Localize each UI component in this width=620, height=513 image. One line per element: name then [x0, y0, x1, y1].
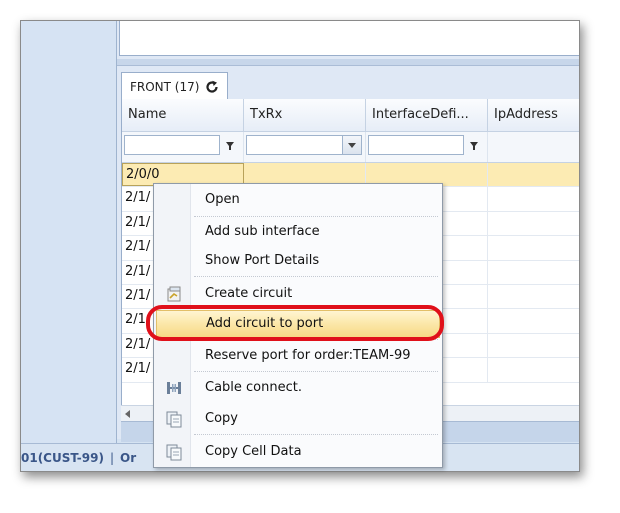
menu-item-cable-connect[interactable]: Cable connect. [154, 374, 442, 402]
filter-icon[interactable] [225, 141, 235, 151]
status-order[interactable]: Or [120, 451, 136, 465]
cell-ipaddress[interactable] [488, 261, 579, 284]
menu-item-label: Cable connect. [205, 380, 302, 395]
filter-cell-interfacedefinition [366, 132, 488, 162]
column-header-ipaddress[interactable]: IpAddress [488, 99, 579, 131]
column-header-interfacedefinition[interactable]: InterfaceDefi... [366, 99, 488, 131]
menu-item-open[interactable]: Open [154, 186, 442, 214]
name-filter-input[interactable] [124, 135, 220, 155]
cell-ipaddress[interactable] [488, 309, 579, 332]
create-circuit-icon [167, 286, 181, 302]
chevron-down-icon[interactable] [342, 136, 361, 154]
menu-item-label: Copy Cell Data [205, 444, 302, 459]
filter-cell-ipaddress [488, 132, 579, 162]
tab-front-label: FRONT (17) [130, 79, 200, 94]
menu-item-label: Open [205, 192, 240, 207]
cell-ipaddress[interactable] [488, 163, 579, 186]
column-header-name[interactable]: Name [122, 99, 244, 131]
cell-ipaddress[interactable] [488, 212, 579, 235]
menu-item-label: Reserve port for order:TEAM-99 [205, 348, 411, 363]
tab-strip: FRONT (17) [117, 71, 579, 100]
highlight-annotation [146, 305, 444, 341]
menu-separator [194, 434, 438, 435]
top-panel [119, 21, 579, 56]
column-header-txrx[interactable]: TxRx [244, 99, 366, 131]
menu-item-show-port-details[interactable]: Show Port Details [154, 247, 442, 275]
copy-icon [166, 411, 182, 428]
interfacedefinition-filter-input[interactable] [368, 135, 464, 155]
filter-icon[interactable] [469, 141, 479, 151]
cell-ipaddress[interactable] [488, 358, 579, 381]
cell-ipaddress[interactable] [488, 187, 579, 210]
menu-item-label: Create circuit [205, 286, 293, 301]
menu-item-reserve-port[interactable]: Reserve port for order:TEAM-99 [154, 342, 442, 370]
menu-separator [194, 276, 438, 277]
grid-header: Name TxRx InterfaceDefi... IpAddress [122, 99, 579, 132]
cell-ipaddress[interactable] [488, 236, 579, 259]
cell-ipaddress[interactable] [488, 285, 579, 308]
filter-cell-name [122, 132, 244, 162]
cell-ipaddress[interactable] [488, 334, 579, 357]
menu-item-add-sub-interface[interactable]: Add sub interface [154, 218, 442, 246]
menu-item-create-circuit[interactable]: Create circuit [154, 280, 442, 308]
menu-item-copy[interactable]: Copy [154, 405, 442, 433]
txrx-filter-dropdown[interactable] [246, 135, 362, 155]
refresh-icon[interactable] [205, 80, 219, 94]
status-customer[interactable]: 01(CUST-99) [21, 451, 104, 465]
tab-front[interactable]: FRONT (17) [121, 72, 229, 100]
menu-item-label: Add sub interface [205, 224, 320, 239]
filter-row [122, 132, 579, 163]
filter-cell-txrx [244, 132, 366, 162]
cable-connect-icon [167, 382, 181, 394]
panel-splitter[interactable] [117, 59, 579, 66]
menu-separator [194, 371, 438, 372]
menu-item-copy-cell-data[interactable]: Copy Cell Data [154, 438, 442, 466]
menu-item-label: Show Port Details [205, 253, 320, 268]
copy-icon [166, 444, 182, 461]
scroll-left-icon[interactable] [123, 408, 135, 419]
menu-item-label: Copy [205, 411, 238, 426]
left-panel [21, 21, 117, 443]
status-separator: | [109, 451, 115, 465]
menu-separator [194, 216, 438, 217]
